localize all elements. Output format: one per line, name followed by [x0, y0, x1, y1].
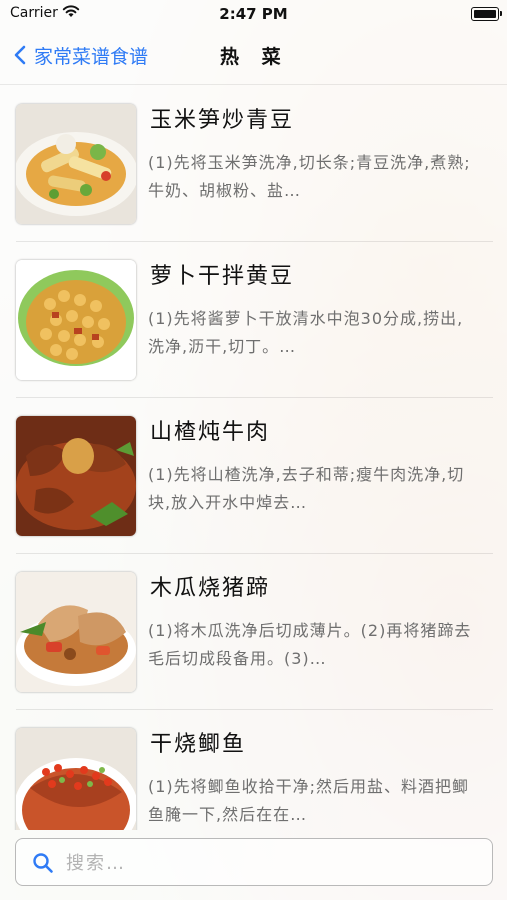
page-title: 热 菜: [220, 46, 289, 68]
recipe-thumbnail: [16, 728, 136, 830]
recipe-thumbnail: [16, 104, 136, 224]
recipe-title: 干烧鲫鱼: [150, 732, 247, 757]
recipe-title: 木瓜烧猪蹄: [150, 576, 271, 601]
recipe-description: (1)先将玉米笋洗净,切长条;青豆洗净,煮熟;牛奶、胡椒粉、盐…: [148, 153, 471, 200]
recipe-row[interactable]: 萝卜干拌黄豆 (1)先将酱萝卜干放清水中泡30分成,捞出,洗净,沥干,切丁。…: [0, 242, 507, 398]
search-bar[interactable]: [15, 838, 493, 886]
recipe-title: 山楂炖牛肉: [150, 420, 271, 445]
chevron-left-icon: [14, 45, 26, 65]
recipe-row[interactable]: 玉米笋炒青豆 (1)先将玉米笋洗净,切长条;青豆洗净,煮熟;牛奶、胡椒粉、盐…: [0, 86, 507, 242]
recipe-description: (1)先将酱萝卜干放清水中泡30分成,捞出,洗净,沥干,切丁。…: [148, 309, 464, 356]
recipe-thumbnail: [16, 260, 136, 380]
nav-divider: [0, 84, 507, 85]
status-bar: Carrier 2:47 PM: [0, 0, 507, 30]
back-button[interactable]: 家常菜谱食谱: [14, 40, 148, 70]
battery-icon: [471, 7, 502, 21]
search-icon: [33, 853, 53, 873]
recipe-description: (1)先将山楂洗净,去子和蒂;瘦牛肉洗净,切块,放入开水中焯去…: [148, 465, 465, 512]
back-button-label: 家常菜谱食谱: [34, 45, 149, 68]
recipe-list[interactable]: 玉米笋炒青豆 (1)先将玉米笋洗净,切长条;青豆洗净,煮熟;牛奶、胡椒粉、盐…: [0, 86, 507, 830]
recipe-row[interactable]: 木瓜烧猪蹄 (1)将木瓜洗净后切成薄片。(2)再将猪蹄去毛后切成段备用。(3)…: [0, 554, 507, 710]
recipe-title: 玉米笋炒青豆: [150, 108, 295, 133]
recipe-row[interactable]: 干烧鲫鱼 (1)先将鲫鱼收拾干净;然后用盐、料酒把鲫鱼腌一下,然后在在…: [0, 710, 507, 830]
navigation-bar: 家常菜谱食谱 热 菜: [0, 30, 507, 82]
recipe-thumbnail: [16, 416, 136, 536]
recipe-description: (1)先将鲫鱼收拾干净;然后用盐、料酒把鲫鱼腌一下,然后在在…: [148, 777, 470, 824]
recipe-row[interactable]: 山楂炖牛肉 (1)先将山楂洗净,去子和蒂;瘦牛肉洗净,切块,放入开水中焯去…: [0, 398, 507, 554]
recipe-thumbnail: [16, 572, 136, 692]
app-screen: Carrier 2:47 PM 家常菜谱食谱 热 菜 玉米笋炒青豆 (1)先将玉…: [0, 0, 507, 900]
search-input[interactable]: [64, 847, 478, 879]
recipe-description: (1)将木瓜洗净后切成薄片。(2)再将猪蹄去毛后切成段备用。(3)…: [148, 621, 472, 668]
recipe-title: 萝卜干拌黄豆: [150, 264, 295, 289]
clock-time: 2:47 PM: [219, 5, 288, 23]
